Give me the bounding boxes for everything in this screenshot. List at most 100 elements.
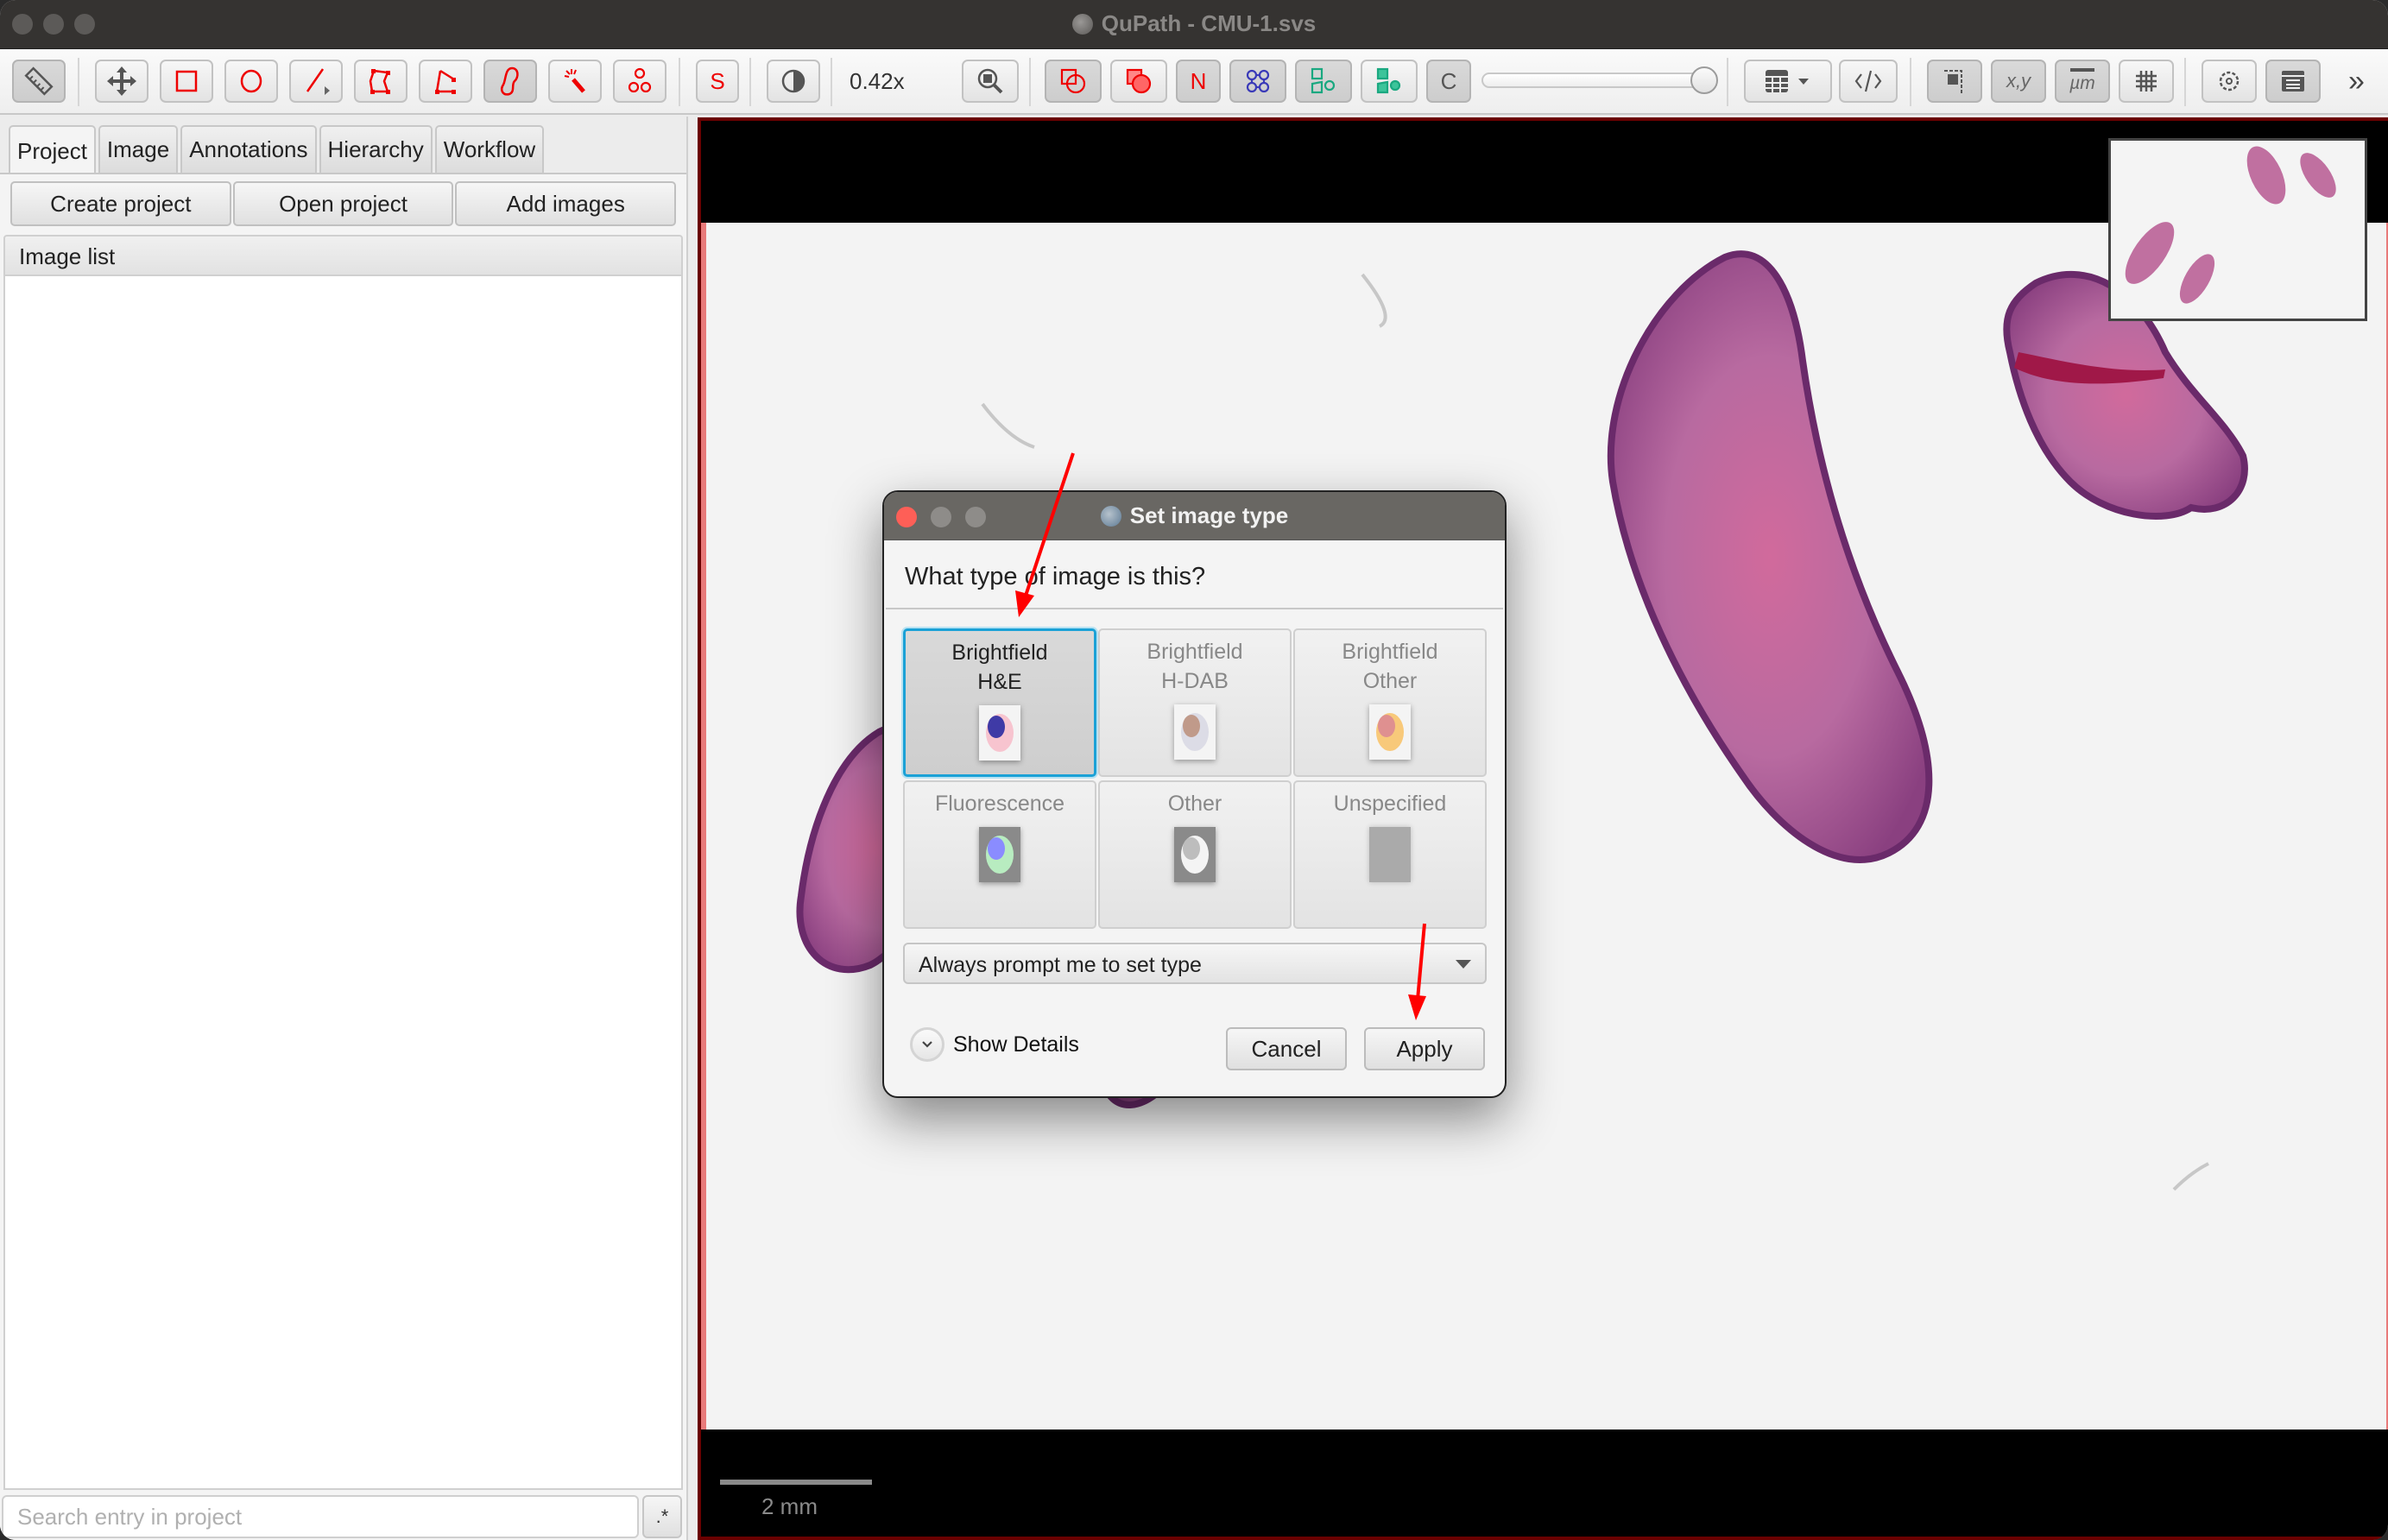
show-overview-button[interactable] (1927, 60, 1982, 103)
line-icon (306, 68, 330, 95)
fill-detections-icon (1376, 67, 1401, 94)
wand-tool-button[interactable] (548, 60, 602, 103)
unspecified-icon (1369, 827, 1411, 882)
option-label: Brightfield (1147, 640, 1243, 664)
ellipse-icon (240, 69, 262, 93)
add-images-button[interactable]: Add images (455, 181, 677, 226)
log-button[interactable] (2265, 60, 2321, 103)
cursor-location-label: x,y (2006, 70, 2031, 92)
show-connections-button[interactable]: C (1426, 60, 1471, 103)
other-cell-icon (1174, 827, 1216, 882)
toolbar-separator (78, 58, 79, 106)
scalebar-icon (2070, 68, 2094, 72)
project-buttons: Create project Open project Add images (10, 181, 677, 226)
polygon-tool-button[interactable] (354, 60, 407, 103)
option-label: Other (1167, 792, 1222, 816)
show-annotations-button[interactable] (1045, 60, 1102, 103)
toolbar-separator (831, 58, 832, 106)
show-names-button[interactable]: N (1176, 60, 1221, 103)
overview-thumbnail[interactable] (2108, 138, 2367, 321)
polyline-tool-button[interactable] (419, 60, 472, 103)
show-tma-grid-button[interactable] (1229, 60, 1286, 103)
image-list[interactable] (3, 276, 683, 1490)
toolbar-separator (1910, 58, 1911, 106)
ellipse-tool-button[interactable] (224, 60, 278, 103)
dialog-divider (886, 608, 1503, 609)
brush-tool-button[interactable] (483, 60, 537, 103)
show-detections-button[interactable] (1295, 60, 1352, 103)
tab-hierarchy[interactable]: Hierarchy (319, 125, 433, 173)
brightfield-he-option[interactable]: Brightfield H&E (903, 628, 1096, 777)
zoom-to-fit-button[interactable] (962, 60, 1019, 103)
create-project-button[interactable]: Create project (10, 181, 231, 226)
show-details-toggle[interactable]: Show Details (910, 1027, 1079, 1062)
prompt-setting-value: Always prompt me to set type (919, 953, 1202, 977)
apply-button[interactable]: Apply (1364, 1027, 1485, 1070)
left-panel: Project Image Annotations Hierarchy Work… (0, 117, 688, 1540)
fill-detections-button[interactable] (1361, 60, 1418, 103)
tab-image[interactable]: Image (98, 125, 179, 173)
measure-tool-button[interactable] (12, 60, 66, 103)
tab-project[interactable]: Project (9, 125, 96, 175)
qupath-window: QuPath - CMU-1.svs S 0.42x N C x,y µm » … (0, 0, 2388, 1540)
opacity-slider-thumb[interactable] (1690, 66, 1718, 94)
panel-tabs: Project Image Annotations Hierarchy Work… (9, 125, 545, 175)
polyline-icon (435, 69, 456, 94)
debris (981, 402, 1035, 449)
regex-toggle-button[interactable]: .* (642, 1495, 682, 1538)
option-label: Unspecified (1333, 792, 1447, 816)
he-cell-icon (979, 705, 1020, 761)
brightfield-hdab-option[interactable]: Brightfield H-DAB (1098, 628, 1292, 777)
scalebar (720, 1480, 872, 1485)
toolbar-separator (679, 58, 680, 106)
preferences-button[interactable] (2202, 60, 2257, 103)
points-icon (628, 67, 652, 93)
polygon-icon (369, 69, 390, 94)
move-tool-button[interactable] (95, 60, 148, 103)
search-input[interactable] (2, 1495, 639, 1538)
qupath-icon (1071, 14, 1093, 35)
rectangle-icon (175, 70, 198, 92)
option-sublabel: Other (1362, 669, 1418, 693)
expand-chevron-icon (910, 1027, 944, 1062)
image-type-grid: Brightfield H&E Brightfield H-DAB Bright… (903, 628, 1487, 929)
rectangle-tool-button[interactable] (160, 60, 213, 103)
option-label: Fluorescence (934, 792, 1065, 816)
toolbar-separator (749, 58, 751, 106)
annotations-icon (1060, 68, 1086, 94)
show-grid-button[interactable] (2119, 60, 2174, 103)
tma-grid-icon (1246, 69, 1270, 93)
open-project-button[interactable]: Open project (232, 181, 454, 226)
show-cursor-location-button[interactable]: x,y (1991, 60, 2046, 103)
detections-icon (1311, 67, 1336, 94)
dialog-title-bar: Set image type (884, 492, 1505, 540)
zoom-level-label: 0.42x (850, 68, 905, 94)
opacity-slider[interactable] (1481, 73, 1711, 88)
prompt-setting-dropdown[interactable]: Always prompt me to set type (903, 943, 1487, 984)
measurement-table-button[interactable] (1744, 60, 1832, 103)
debris (2172, 1162, 2209, 1191)
tissue-section (1607, 250, 1933, 863)
show-scalebar-button[interactable]: µm (2055, 60, 2110, 103)
unspecified-option[interactable]: Unspecified (1293, 780, 1487, 929)
points-tool-button[interactable] (613, 60, 666, 103)
brightness-contrast-button[interactable] (767, 60, 820, 103)
cancel-button[interactable]: Cancel (1226, 1027, 1347, 1070)
tab-annotations[interactable]: Annotations (180, 125, 317, 173)
toolbar-overflow-button[interactable]: » (2348, 65, 2365, 98)
image-list-header[interactable]: Image list (3, 235, 683, 276)
toolbar-separator (1727, 58, 1728, 106)
hdab-cell-icon (1174, 704, 1216, 760)
main-toolbar: S 0.42x N C x,y µm » (0, 49, 2388, 115)
fluorescence-option[interactable]: Fluorescence (903, 780, 1096, 929)
debris (1361, 273, 1387, 328)
fill-annotations-button[interactable] (1110, 60, 1167, 103)
wand-icon (564, 69, 585, 93)
line-tool-button[interactable] (289, 60, 343, 103)
tab-workflow[interactable]: Workflow (434, 125, 545, 173)
script-editor-button[interactable] (1839, 60, 1898, 103)
brightfield-other-option[interactable]: Brightfield Other (1293, 628, 1487, 777)
selection-mode-button[interactable]: S (696, 60, 739, 103)
other-option[interactable]: Other (1098, 780, 1292, 929)
dialog-question: What type of image is this? (905, 563, 1206, 590)
